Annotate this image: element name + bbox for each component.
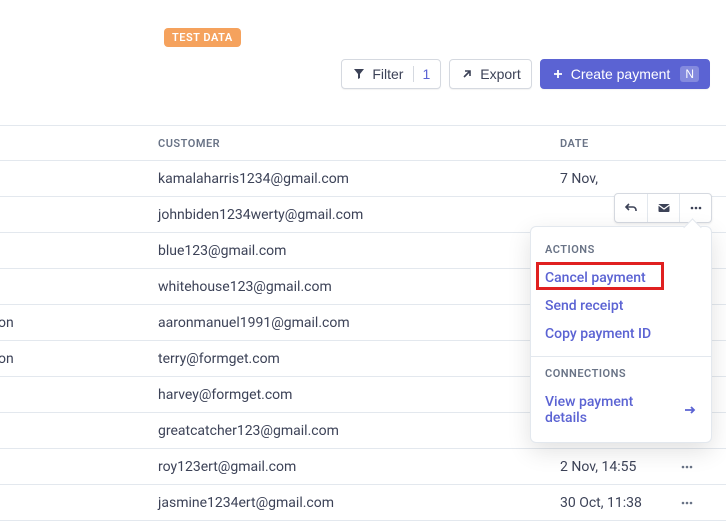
table-row[interactable]: jasmine1234ert@gmail.com 30 Oct, 11:38 (0, 485, 726, 521)
filter-icon (352, 67, 366, 81)
view-payment-details-item[interactable]: View payment details (531, 388, 711, 432)
customer-cell: terry@formget.com (158, 351, 560, 367)
create-payment-button[interactable]: Create payment N (540, 59, 710, 89)
date-cell: 7 Nov, (560, 171, 680, 187)
customer-cell: aaronmanuel1991@gmail.com (158, 315, 560, 331)
table-row[interactable]: kamalaharris1234@gmail.com 7 Nov, (0, 161, 726, 197)
dropdown-section-connections: CONNECTIONS (531, 365, 711, 388)
create-payment-label: Create payment (571, 66, 671, 82)
row-action-group (614, 193, 712, 223)
actions-dropdown: ACTIONS Cancel payment Send receipt Copy… (530, 226, 712, 443)
send-receipt-item[interactable]: Send receipt (531, 292, 711, 320)
row-more[interactable] (680, 496, 710, 510)
customer-cell: johnbiden1234werty@gmail.com (158, 207, 560, 223)
date-cell: 2 Nov, 14:55 (560, 459, 680, 475)
export-label: Export (480, 66, 520, 82)
customer-cell: greatcatcher123@gmail.com (158, 423, 560, 439)
view-payment-details-label: View payment details (545, 394, 677, 426)
table-header: CUSTOMER DATE (0, 125, 726, 161)
customer-cell: harvey@formget.com (158, 387, 560, 403)
toolbar: Filter 1 Export Create payment N (0, 47, 726, 105)
filter-label: Filter (372, 66, 403, 82)
customer-cell: roy123ert@gmail.com (158, 459, 560, 475)
test-data-badge: TEST DATA (164, 28, 241, 47)
cancel-payment-item[interactable]: Cancel payment (531, 264, 711, 292)
export-icon (460, 67, 474, 81)
customer-cell: whitehouse123@gmail.com (158, 279, 560, 295)
keyboard-shortcut: N (680, 66, 699, 82)
export-button[interactable]: Export (449, 59, 531, 89)
partial-label: on (0, 315, 14, 331)
date-cell: 30 Oct, 11:38 (560, 495, 680, 511)
dropdown-divider (531, 356, 711, 357)
column-date: DATE (560, 137, 710, 150)
undo-icon[interactable] (615, 194, 647, 222)
customer-cell: kamalaharris1234@gmail.com (158, 171, 560, 187)
filter-button[interactable]: Filter 1 (341, 59, 441, 89)
copy-payment-id-item[interactable]: Copy payment ID (531, 320, 711, 348)
customer-cell: jasmine1234ert@gmail.com (158, 495, 560, 511)
partial-label: on (0, 351, 14, 367)
row-more[interactable] (680, 460, 710, 474)
arrow-right-icon (683, 403, 697, 417)
mail-icon[interactable] (647, 194, 679, 222)
plus-icon (551, 67, 565, 81)
table-row[interactable]: roy123ert@gmail.com 2 Nov, 14:55 (0, 449, 726, 485)
dropdown-section-actions: ACTIONS (531, 241, 711, 264)
filter-count: 1 (413, 66, 430, 82)
column-customer: CUSTOMER (158, 137, 560, 150)
more-icon[interactable] (679, 194, 711, 222)
customer-cell: blue123@gmail.com (158, 243, 560, 259)
